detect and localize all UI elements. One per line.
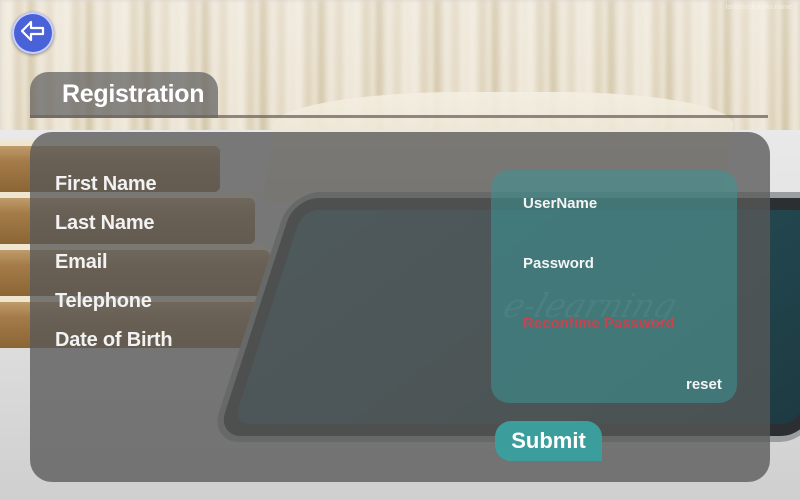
page-title: Registration xyxy=(62,80,205,108)
title-divider xyxy=(30,115,768,118)
submit-button[interactable]: Submit xyxy=(495,421,602,461)
reset-button[interactable]: reset xyxy=(686,376,722,393)
first-name-label[interactable]: First Name xyxy=(55,173,157,196)
last-name-label[interactable]: Last Name xyxy=(55,212,155,235)
reconfirm-password-label[interactable]: Reconfime Password xyxy=(523,315,675,332)
email-label[interactable]: Email xyxy=(55,251,108,274)
password-label[interactable]: Password xyxy=(523,255,594,272)
watermark: lovestockphoto.name xyxy=(725,4,792,11)
date-of-birth-label[interactable]: Date of Birth xyxy=(55,329,173,352)
telephone-label[interactable]: Telephone xyxy=(55,290,152,313)
arrow-left-icon xyxy=(20,20,46,47)
back-button[interactable] xyxy=(12,12,54,54)
username-label[interactable]: UserName xyxy=(523,195,597,212)
